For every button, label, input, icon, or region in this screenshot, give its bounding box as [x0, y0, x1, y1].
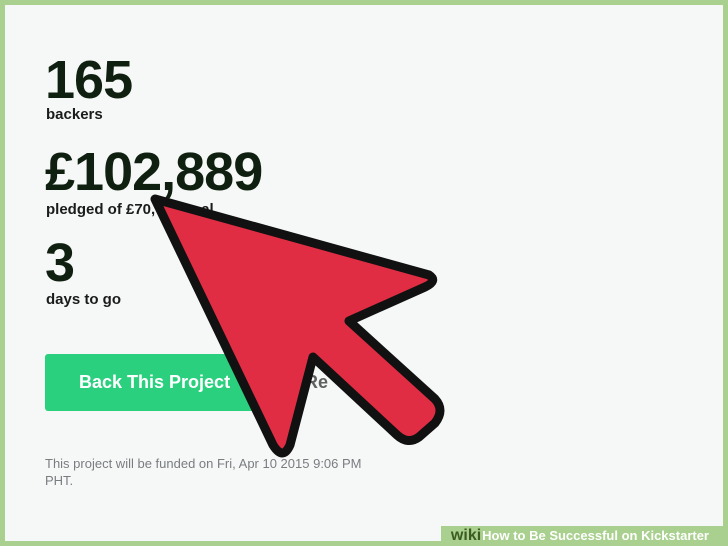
- backers-count: 165: [45, 50, 133, 110]
- back-this-project-button[interactable]: Back This Project: [45, 354, 270, 411]
- article-title: How to Be Successful on Kickstarter: [482, 528, 709, 543]
- funding-note: This project will be funded on Fri, Apr …: [45, 456, 362, 488]
- days-count: 3: [45, 233, 75, 293]
- pledged-label-tail: al: [201, 201, 214, 218]
- watermark-footer: wikiHow to Be Successful on Kickstarter: [440, 526, 723, 546]
- wiki-brand: wiki: [450, 527, 482, 544]
- pledged-label-text: pledged of £70,: [46, 201, 156, 218]
- pledged-amount: £102,889: [45, 142, 263, 202]
- remind-me-button[interactable]: Re: [275, 354, 395, 411]
- backers-label: backers: [46, 106, 103, 123]
- days-label: days to go: [46, 291, 122, 308]
- pledged-label: pledged of £70, al: [46, 201, 214, 218]
- project-stats-panel: 165 backers £102,889 pledged of £70, al 3…: [5, 5, 723, 541]
